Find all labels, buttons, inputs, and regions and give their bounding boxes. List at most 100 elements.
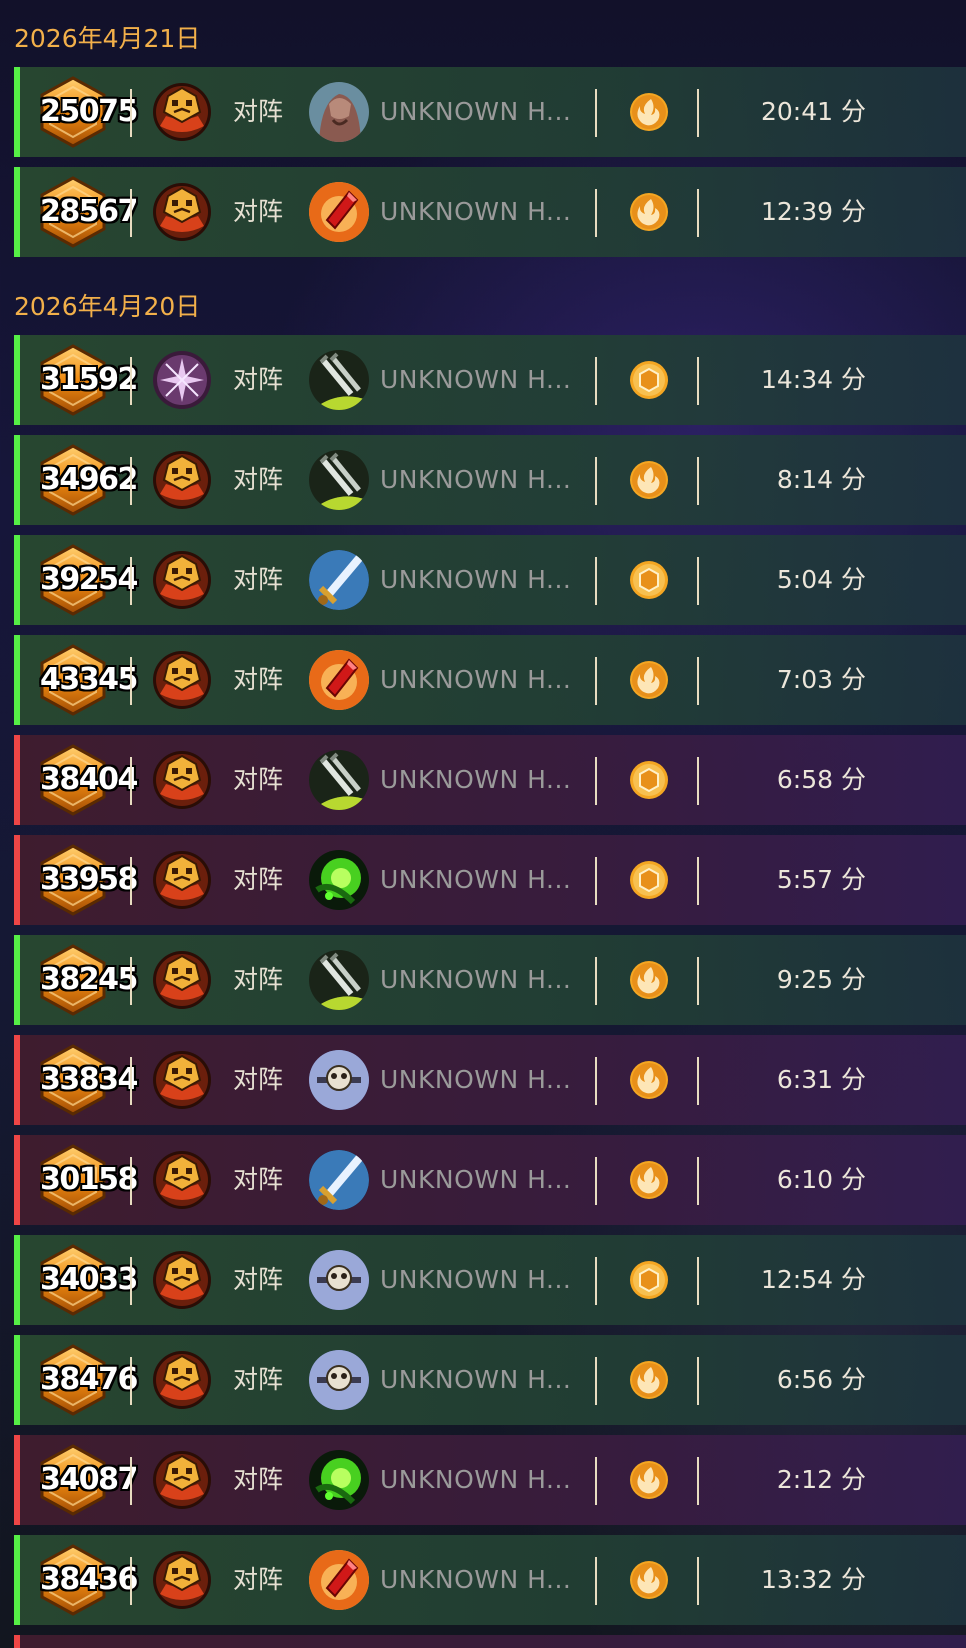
hexagon-coin-icon	[629, 1260, 669, 1300]
match-row[interactable]: 33958 对阵 UNKNOWN H... 5:57 分	[14, 835, 966, 925]
date-header: 2026年4月20日	[14, 292, 201, 321]
vs-label: 对阵	[233, 665, 284, 694]
score-badge: 34033	[36, 1243, 138, 1317]
score-badge: 43345	[36, 643, 138, 717]
divider	[595, 1357, 597, 1405]
hexagon-coin-icon	[629, 360, 669, 400]
match-row[interactable]: 38436 对阵 UNKNOWN H... 13:32 分	[14, 1535, 966, 1625]
divider	[130, 357, 132, 405]
date-header: 2026年4月21日	[14, 24, 201, 53]
opponent-hero-name: UNKNOWN H...	[380, 965, 570, 994]
match-row[interactable]	[14, 1635, 966, 1648]
flame-swirl-icon	[629, 1060, 669, 1100]
match-row[interactable]: 31592 对阵 UNKNOWN H... 14:34 分	[14, 335, 966, 425]
divider	[595, 557, 597, 605]
tavern-crest-icon	[152, 950, 212, 1010]
opponent-hero-name: UNKNOWN H...	[380, 465, 570, 494]
flame-swirl-icon	[629, 460, 669, 500]
divider	[697, 1557, 699, 1605]
match-row[interactable]: 34033 对阵 UNKNOWN H... 12:54 分	[14, 1235, 966, 1325]
score-badge: 33834	[36, 1043, 138, 1117]
match-duration: 14:34 分	[761, 365, 866, 394]
fire-crystal-portrait	[309, 182, 369, 242]
match-duration: 9:25 分	[776, 965, 866, 994]
score-value: 34033	[40, 1262, 138, 1297]
match-duration: 5:04 分	[776, 565, 866, 594]
vs-label: 对阵	[233, 465, 284, 494]
score-badge: 34962	[36, 443, 138, 517]
skull-shield-portrait	[309, 1250, 369, 1310]
divider	[697, 557, 699, 605]
opponent-hero-name: UNKNOWN H...	[380, 1265, 570, 1294]
divider	[697, 957, 699, 1005]
vs-label: 对阵	[233, 97, 284, 126]
divider	[595, 657, 597, 705]
match-row[interactable]: 28567 对阵 UNKNOWN H... 12:39 分	[14, 167, 966, 257]
flame-swirl-icon	[629, 1360, 669, 1400]
match-duration: 20:41 分	[761, 97, 866, 126]
score-value: 28567	[40, 194, 138, 229]
twin-blades-portrait	[309, 750, 369, 810]
match-duration: 13:32 分	[761, 1565, 866, 1594]
tavern-crest-icon	[152, 750, 212, 810]
score-badge: 38476	[36, 1343, 138, 1417]
opponent-hero-name: UNKNOWN H...	[380, 565, 570, 594]
score-badge: 33958	[36, 843, 138, 917]
score-badge: 39254	[36, 543, 138, 617]
divider	[697, 189, 699, 237]
match-row[interactable]: 39254 对阵 UNKNOWN H... 5:04 分	[14, 535, 966, 625]
tavern-crest-icon	[152, 450, 212, 510]
divider	[595, 1157, 597, 1205]
tavern-crest-icon	[152, 182, 212, 242]
divider	[595, 357, 597, 405]
hexagon-coin-icon	[629, 560, 669, 600]
tavern-crest-icon	[152, 1450, 212, 1510]
match-row[interactable]: 34087 对阵 UNKNOWN H... 2:12 分	[14, 1435, 966, 1525]
score-badge: 38404	[36, 743, 138, 817]
match-row[interactable]: 43345 对阵 UNKNOWN H... 7:03 分	[14, 635, 966, 725]
match-row[interactable]: 38404 对阵 UNKNOWN H... 6:58 分	[14, 735, 966, 825]
divider	[130, 1057, 132, 1105]
score-badge: 31592	[36, 343, 138, 417]
divider	[697, 89, 699, 137]
opponent-hero-name: UNKNOWN H...	[380, 1365, 570, 1394]
beast-hero-portrait	[309, 82, 369, 142]
vs-label: 对阵	[233, 1365, 284, 1394]
match-row[interactable]: 38476 对阵 UNKNOWN H... 6:56 分	[14, 1335, 966, 1425]
opponent-hero-name: UNKNOWN H...	[380, 1465, 570, 1494]
match-row[interactable]: 33834 对阵 UNKNOWN H... 6:31 分	[14, 1035, 966, 1125]
divider	[130, 557, 132, 605]
flame-swirl-icon	[629, 192, 669, 232]
match-row[interactable]: 34962 对阵 UNKNOWN H... 8:14 分	[14, 435, 966, 525]
score-value: 39254	[40, 562, 138, 597]
twin-blades-portrait	[309, 450, 369, 510]
match-duration: 7:03 分	[776, 665, 866, 694]
score-value: 33834	[40, 1062, 138, 1097]
score-value: 38404	[40, 762, 138, 797]
match-row[interactable]: 30158 对阵 UNKNOWN H... 6:10 分	[14, 1135, 966, 1225]
match-row[interactable]: 38245 对阵 UNKNOWN H... 9:25 分	[14, 935, 966, 1025]
hexagon-coin-icon	[629, 860, 669, 900]
divider	[130, 89, 132, 137]
score-value: 25075	[40, 94, 138, 129]
flame-swirl-icon	[629, 660, 669, 700]
score-value: 33958	[40, 862, 138, 897]
match-duration: 6:58 分	[776, 765, 866, 794]
tavern-crest-icon	[152, 1150, 212, 1210]
divider	[697, 457, 699, 505]
match-duration: 8:14 分	[776, 465, 866, 494]
tavern-crest-icon	[152, 82, 212, 142]
tavern-crest-icon	[152, 550, 212, 610]
fire-crystal-portrait	[309, 1550, 369, 1610]
score-badge: 38436	[36, 1543, 138, 1617]
divider	[130, 1257, 132, 1305]
score-badge: 34087	[36, 1443, 138, 1517]
match-history-list: 2026年4月21日 25075 对阵 UNKNOWN H... 20:41 分…	[0, 0, 966, 1648]
score-value: 38476	[40, 1362, 138, 1397]
flame-swirl-icon	[629, 1560, 669, 1600]
match-row[interactable]: 25075 对阵 UNKNOWN H... 20:41 分	[14, 67, 966, 157]
divider	[130, 857, 132, 905]
divider	[130, 189, 132, 237]
divider	[595, 189, 597, 237]
vs-label: 对阵	[233, 1065, 284, 1094]
